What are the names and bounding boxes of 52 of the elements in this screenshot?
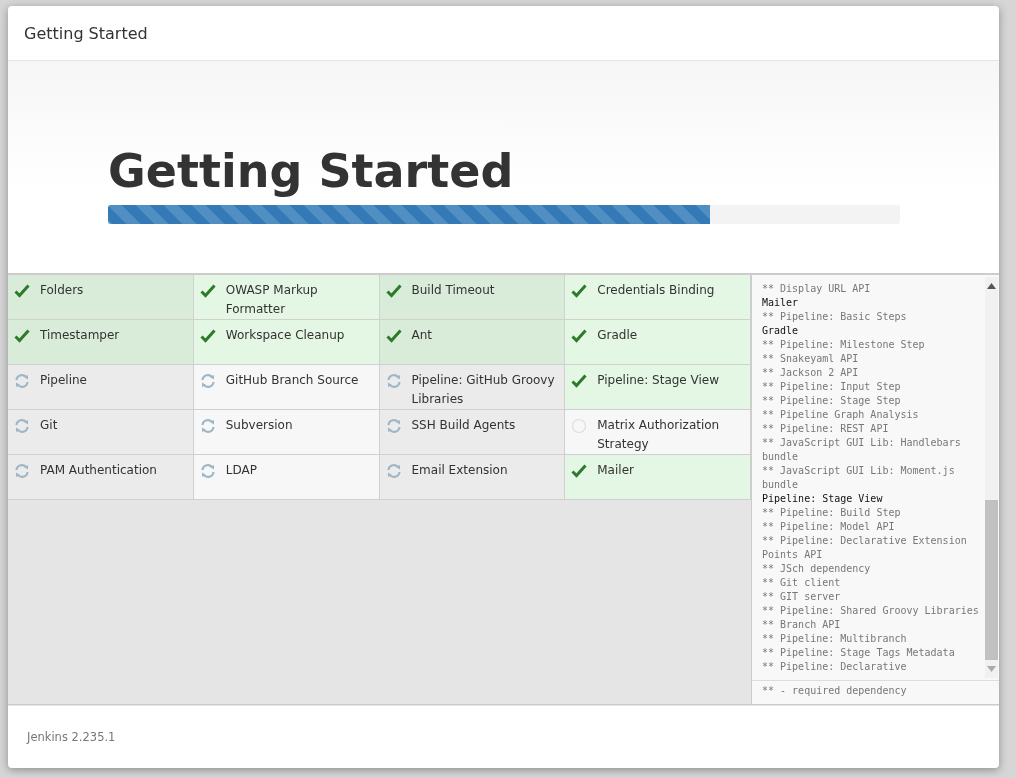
plugin-name: GitHub Branch Source — [225, 372, 359, 389]
plugin-name: Subversion — [225, 417, 293, 434]
log-line: ** JavaScript GUI Lib: Handlebars bundle — [762, 436, 962, 464]
scrollbar[interactable] — [985, 277, 998, 678]
version-text: Jenkins 2.235.1 — [27, 730, 116, 744]
log-line: ** Pipeline: Basic Steps — [762, 310, 908, 324]
log-line: ** JavaScript GUI Lib: Moment.js bundle — [762, 464, 956, 492]
log-line: ** Branch API — [762, 618, 842, 632]
plugin-name: Pipeline: GitHub Groovy Libraries — [411, 372, 556, 408]
plugin-name: LDAP — [225, 462, 257, 479]
log-line: ** Pipeline: Model API — [762, 520, 896, 534]
plugin-name: Gradle — [597, 327, 638, 344]
plugin-name: Credentials Binding — [597, 282, 715, 299]
log-line: ** Snakeyaml API — [762, 352, 860, 366]
log-line: ** Pipeline: Stage Tags Metadata — [762, 646, 956, 660]
scroll-down-icon[interactable] — [987, 666, 996, 672]
log-line: ** Pipeline: Input Step — [762, 380, 902, 394]
log-line: ** Pipeline: REST API — [762, 422, 890, 436]
log-line: ** Pipeline Graph Analysis — [762, 408, 920, 422]
plugin-name: Email Extension — [411, 462, 508, 479]
log-line: Mailer — [762, 296, 800, 310]
scroll-up-icon[interactable] — [987, 283, 996, 289]
plugin-name: PAM Authentication — [40, 462, 157, 479]
log-line: ** Pipeline: Build Step — [762, 506, 902, 520]
page-heading: Getting Started — [108, 143, 515, 199]
plugin-name: Git — [40, 417, 58, 434]
log-line: ** Display URL API — [762, 282, 872, 296]
log-line: ** Jackson 2 API — [762, 366, 860, 380]
legend-text: ** - required dependency — [752, 680, 999, 705]
log-line: ** JSch dependency — [762, 562, 872, 576]
plugin-name: Pipeline: Stage View — [597, 372, 720, 389]
log-line: ** Pipeline: Milestone Step — [762, 338, 926, 352]
plugin-name: SSH Build Agents — [411, 417, 516, 434]
log-line: ** Pipeline: Multibranch — [762, 632, 908, 646]
log-line: ** GIT server — [762, 590, 842, 604]
log-line: ** Pipeline: Declarative — [762, 660, 908, 674]
plugin-name: Folders — [40, 282, 84, 299]
plugin-name: Matrix Authorization Strategy — [597, 417, 721, 453]
plugin-name: Mailer — [597, 462, 634, 479]
plugin-name: Workspace Cleanup — [225, 327, 345, 344]
plugin-name: Build Timeout — [411, 282, 495, 299]
dialog-title: Getting Started — [24, 23, 148, 43]
log-line: Gradle — [762, 324, 800, 338]
log-line: ** Git client — [762, 576, 842, 590]
plugin-name: Ant — [411, 327, 433, 344]
plugin-name: Pipeline — [40, 372, 87, 389]
log-line: ** Pipeline: Shared Groovy Libraries — [762, 604, 980, 618]
plugin-name: OWASP Markup Formatter — [225, 282, 319, 318]
log-line: ** Pipeline: Declarative Extension Points API — [762, 534, 968, 562]
plugin-name: Timestamper — [40, 327, 120, 344]
log-line: Pipeline: Stage View — [762, 492, 884, 506]
log-line: ** Pipeline: Stage Step — [762, 394, 902, 408]
